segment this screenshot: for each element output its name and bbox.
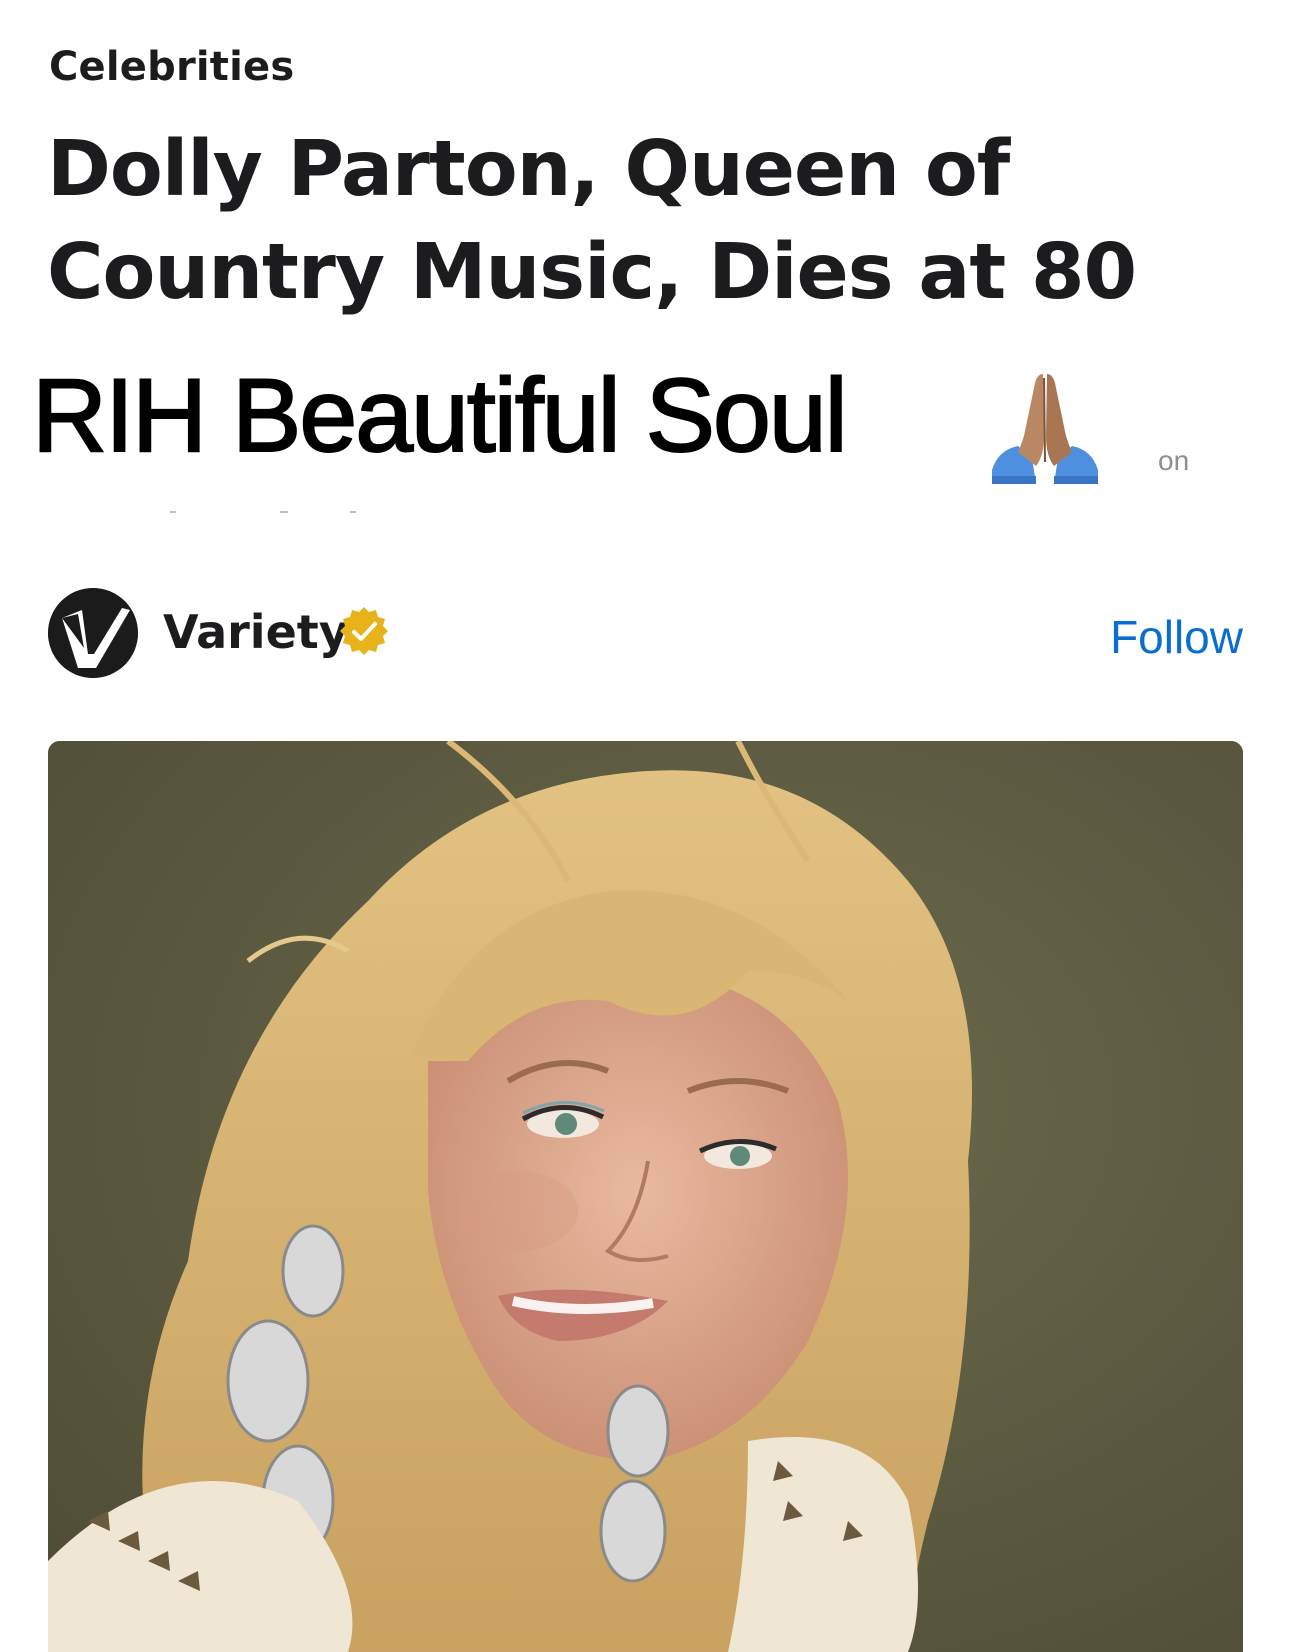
overlay-trailing-text: on	[1158, 445, 1190, 476]
follow-button[interactable]: Follow	[1110, 610, 1243, 664]
folded-hands-icon	[992, 374, 1098, 484]
text-artifact	[170, 511, 356, 513]
variety-logo-icon[interactable]	[48, 588, 138, 678]
publisher-name[interactable]: Variety	[163, 605, 349, 659]
overlay-caption: RIH Beautiful Soul	[31, 357, 849, 475]
article-hero-image[interactable]	[48, 741, 1243, 1652]
article-headline[interactable]: Dolly Parton, Queen of Country Music, Di…	[47, 118, 1207, 324]
article-category[interactable]: Celebrities	[49, 44, 294, 90]
verified-badge-icon	[340, 607, 388, 655]
publisher-row: Variety Follow	[48, 588, 1243, 680]
